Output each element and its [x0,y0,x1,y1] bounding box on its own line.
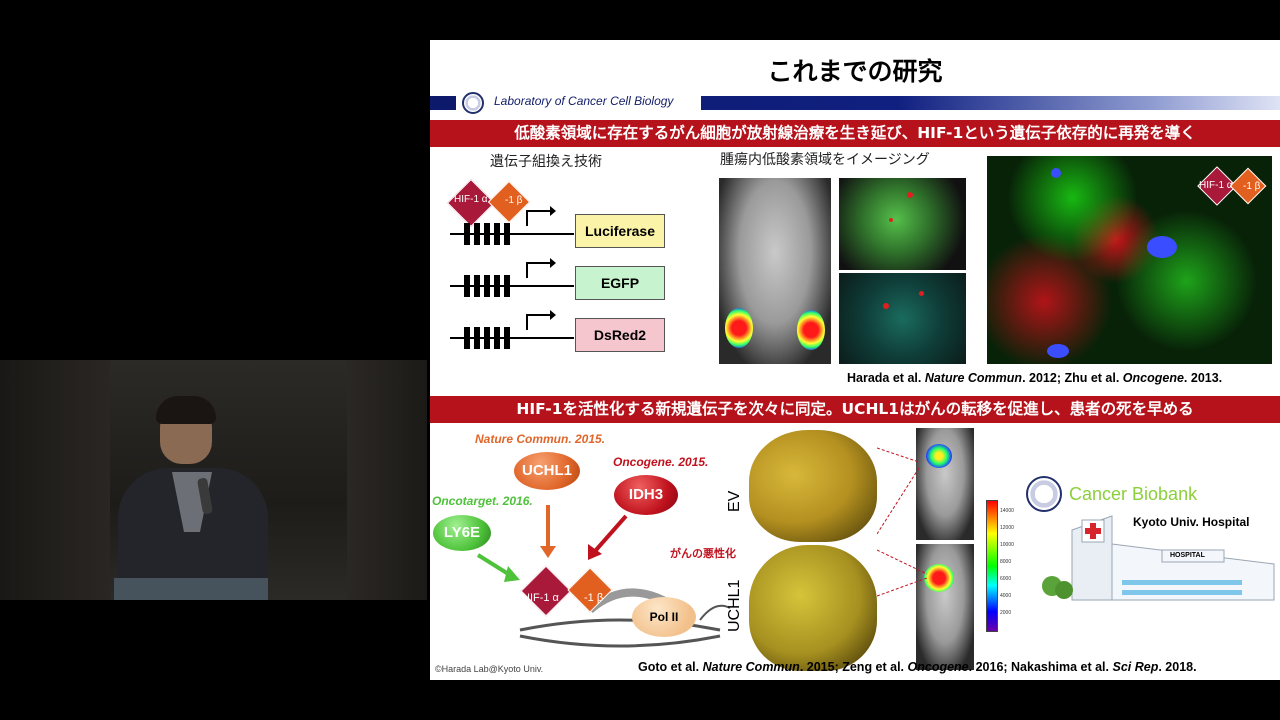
speaker-video-inset [0,360,427,600]
nucleus-dot [1147,236,1177,258]
tree-icon [1055,581,1073,599]
signal-dot [919,291,924,296]
nucleus-dot [1047,344,1069,358]
hospital-window-strip [1122,590,1242,595]
hre-elements [464,223,510,245]
reporter-luciferase: Luciferase [575,214,665,248]
hospital-sign: HOSPITAL [1170,552,1205,559]
gene-tech-label: 遺伝子組換え技術 [490,154,602,170]
biobank-title: Cancer Biobank [1069,484,1198,504]
tumor-signal [797,310,825,350]
colorbar-tick: 14000 [1000,508,1014,514]
podium [114,578,268,600]
signal-dot [907,192,913,198]
speaker-hair [156,396,216,424]
colorbar-tick: 2000 [1000,610,1012,616]
hif-alpha-label: HIF-1 α [522,592,559,604]
promoter-arrow-icon [526,206,556,226]
ly6e-arrowhead [504,566,520,582]
uchl1-arrowhead [540,546,556,558]
tumor-section-cyan-image [839,273,966,364]
journal-nature-commun: Nature Commun. 2015. [475,432,606,446]
colorbar-tick: 8000 [1000,559,1012,565]
promoter-arrow-icon [526,258,556,278]
colorbar-tick: 4000 [1000,593,1012,599]
lung-uchl1-image [749,545,877,671]
colorbar-tick: 10000 [1000,542,1014,548]
tumor-section-green-image [839,178,966,270]
confocal-image: HIF-1 α -1 β [987,156,1272,364]
ev-label: EV [726,490,743,512]
lab-logo-icon [462,92,484,114]
copyright: ©Harada Lab@Kyoto Univ. [435,664,544,674]
signal-dot [889,218,893,222]
slide-title: これまでの研究 [767,57,943,86]
hif-alpha-label: HIF-1 α [1199,180,1233,191]
hif-beta-label: -1 β [505,195,523,206]
background-wall [347,360,427,600]
hif-beta-label: -1 β [584,592,604,604]
tumor-signal [725,308,753,348]
reporter-dsred2: DsRed2 [575,318,665,352]
lab-name: Laboratory of Cancer Cell Biology [494,94,674,108]
ly6e-arrow [476,553,512,577]
top-reference: Harada et al. Nature Commun. 2012; Zhu e… [847,371,1223,385]
lung-mouse-connector [877,447,928,597]
colorbar-tick: 6000 [1000,576,1012,582]
idh3-arrow [594,514,628,552]
promoter-arrow-icon [526,310,556,330]
hif-beta-label: -1 β [1243,181,1261,192]
uchl1-row-label: UCHL1 [726,579,743,632]
hospital-name: Kyoto Univ. Hospital [1133,515,1250,529]
video-frame: これまでの研究 Laboratory of Cancer Cell Biolog… [0,0,1280,720]
reporter-egfp: EGFP [575,266,665,300]
presentation-slide: これまでの研究 Laboratory of Cancer Cell Biolog… [430,40,1280,680]
background-wall [0,360,110,600]
imaging-label: 腫瘍内低酸素領域をイメージング [720,152,930,168]
hospital-window-strip [1122,580,1242,585]
dna-strand [519,634,721,648]
lung-ev-image [749,430,877,542]
top-banner: 低酸素領域に存在するがん細胞が放射線治療を生き延び、HIF-1という遺伝子依存的… [430,120,1280,147]
hre-elements [464,327,510,349]
bottom-reference: Goto et al. Nature Commun. 2015; Zeng et… [638,660,1197,674]
luminescence-colorbar [986,500,998,632]
journal-oncogene: Oncogene. 2015. [613,455,709,469]
cross-icon [1085,528,1101,534]
pathway-diagram [476,505,731,648]
mouse-bioluminescence-image [719,178,831,364]
signal-dot [883,303,889,309]
hre-elements [464,275,510,297]
colorbar-tick: 12000 [1000,525,1014,531]
pol2-enzyme: Pol II [632,597,696,637]
hif-alpha-label: HIF-1 α [454,194,488,205]
university-logo-icon [1026,476,1062,512]
bottom-banner: HIF-1を活性化する新規遺伝子を次々に同定。UCHL1はがんの転移を促進し、患… [430,396,1280,423]
nucleus-dot [1051,168,1061,178]
